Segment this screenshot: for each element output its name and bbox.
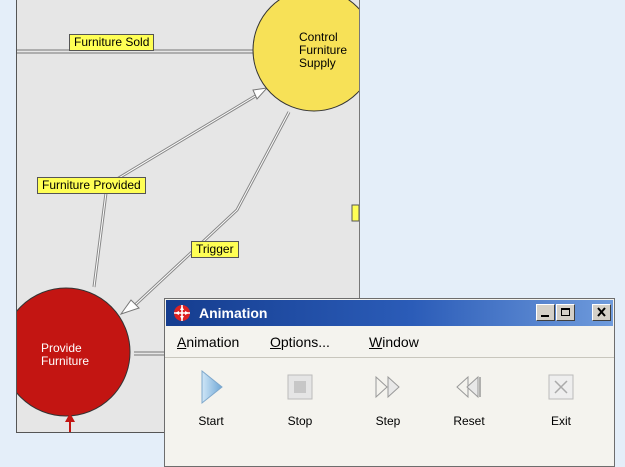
- fast-forward-icon: [375, 375, 400, 399]
- trigger-arrow: [119, 111, 291, 315]
- close-icon[interactable]: [592, 304, 611, 321]
- offscreen-label-marker: [351, 204, 359, 222]
- exit-button[interactable]: Exit: [531, 369, 591, 449]
- stop-icon: [287, 374, 313, 400]
- furniture-sold-label[interactable]: Furniture Sold: [69, 34, 155, 51]
- exit-icon: [548, 374, 574, 400]
- title-bar[interactable]: Animation: [166, 300, 613, 326]
- provide-node-label: Provide Furniture: [41, 341, 90, 368]
- menu-window[interactable]: Window: [369, 334, 419, 350]
- menu-options[interactable]: Options...: [270, 334, 330, 350]
- reset-button[interactable]: Reset: [439, 369, 499, 449]
- minimize-icon[interactable]: [536, 304, 555, 321]
- step-label: Step: [375, 414, 401, 428]
- animation-app-icon: [174, 305, 190, 321]
- start-button[interactable]: Start: [181, 369, 241, 449]
- play-icon: [201, 369, 223, 405]
- stop-button[interactable]: Stop: [270, 369, 330, 449]
- exit-label: Exit: [550, 414, 571, 428]
- maximize-icon[interactable]: [556, 304, 575, 321]
- window-title: Animation: [199, 305, 268, 321]
- stop-label: Stop: [287, 414, 313, 428]
- trigger-label[interactable]: Trigger: [191, 241, 239, 258]
- furniture-provided-label[interactable]: Furniture Provided: [37, 177, 146, 194]
- step-button[interactable]: Step: [358, 369, 418, 449]
- reset-label: Reset: [453, 414, 485, 428]
- menu-bar: Animation Options... Window: [165, 327, 614, 358]
- animation-window: Animation Animation Options... Window St…: [164, 298, 615, 467]
- menu-animation[interactable]: Animation: [177, 334, 239, 350]
- rewind-icon: [456, 375, 481, 399]
- control-node-label: Control Furniture Supply: [299, 30, 348, 70]
- start-label: Start: [198, 414, 224, 428]
